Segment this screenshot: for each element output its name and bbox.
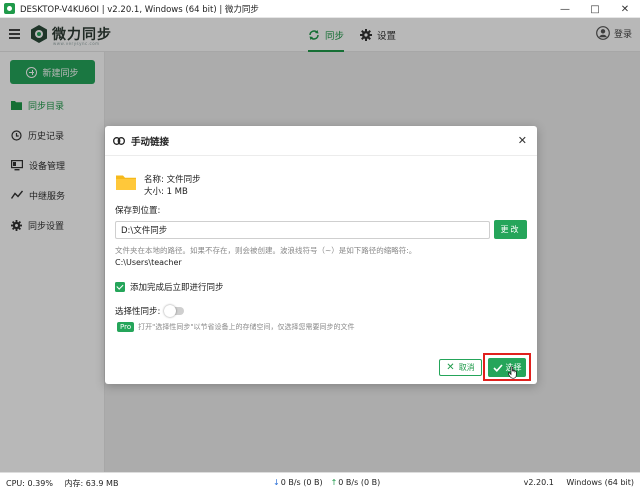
selective-sync-toggle[interactable]	[164, 305, 185, 317]
upload-arrow-icon: ↑	[330, 478, 338, 487]
pro-badge: Pro	[117, 322, 135, 332]
pro-hint-text: 打开"选择性同步"以节省设备上的存储空间，仅选择您需要同步的文件	[138, 323, 355, 331]
maximize-icon[interactable]: □	[580, 0, 610, 18]
select-button[interactable]: 选择	[488, 358, 526, 377]
close-icon[interactable]: ✕	[518, 135, 527, 146]
check-icon	[492, 363, 503, 372]
transfer-rates: ↓ 0 B/s (0 B) ↑ 0 B/s (0 B)	[273, 478, 380, 487]
dialog-header: 手动链接	[105, 126, 537, 156]
memory-usage: 内存: 63.9 MB	[64, 479, 119, 488]
pro-hint-row: Pro 打开"选择性同步"以节省设备上的存储空间，仅选择您需要同步的文件	[117, 322, 355, 332]
folder-icon	[116, 175, 136, 190]
download-rate: 0 B/s (0 B)	[280, 478, 323, 487]
save-path-input[interactable]	[115, 221, 490, 239]
close-icon: ✕	[446, 361, 455, 373]
window-controls: — □ ✕	[550, 0, 640, 18]
path-hint: 文件夹在本地的路径。如果不存在，则会被创建。波浪线符号（~）是如下路径的缩略符:…	[115, 246, 417, 255]
resource-usage: CPU: 0.39% 内存: 63.9 MB	[6, 478, 127, 489]
cancel-button[interactable]: ✕ 取消	[439, 359, 482, 376]
selective-sync-row: 选择性同步:	[115, 305, 185, 317]
window-title: DESKTOP-V4KU6OI | v2.20.1, Windows (64 b…	[20, 4, 259, 15]
window-titlebar: DESKTOP-V4KU6OI | v2.20.1, Windows (64 b…	[0, 0, 640, 18]
start-sync-option[interactable]: 添加完成后立即进行同步	[115, 281, 224, 293]
selective-sync-label: 选择性同步:	[115, 307, 161, 317]
manual-link-dialog: 手动链接 ✕ 名称: 文件同步 大小: 1 MB 保存到位置: 更改 文件夹在本…	[105, 126, 537, 384]
hand-cursor-icon	[508, 366, 517, 379]
status-bar: CPU: 0.39% 内存: 63.9 MB ↓ 0 B/s (0 B) ↑ 0…	[0, 472, 640, 492]
app-icon	[4, 3, 15, 14]
start-sync-checkbox[interactable]	[115, 282, 125, 292]
platform: Windows (64 bit)	[566, 478, 634, 487]
upload-rate: 0 B/s (0 B)	[338, 478, 381, 487]
minimize-icon[interactable]: —	[550, 0, 580, 18]
link-icon	[113, 136, 125, 145]
folder-name: 名称: 文件同步	[144, 175, 201, 185]
version: v2.20.1	[523, 478, 554, 487]
cancel-label: 取消	[458, 363, 475, 372]
folder-size: 大小: 1 MB	[144, 187, 188, 197]
download-arrow-icon: ↓	[273, 478, 280, 487]
start-sync-label: 添加完成后立即进行同步	[130, 283, 224, 293]
home-path: C:\Users\teacher	[115, 258, 182, 267]
dialog-title: 手动链接	[131, 136, 170, 148]
version-info: v2.20.1 Windows (64 bit)	[514, 478, 634, 487]
close-icon[interactable]: ✕	[610, 0, 640, 18]
cpu-usage: CPU: 0.39%	[6, 479, 53, 488]
change-button[interactable]: 更改	[494, 220, 527, 239]
save-location-label: 保存到位置:	[115, 206, 161, 216]
